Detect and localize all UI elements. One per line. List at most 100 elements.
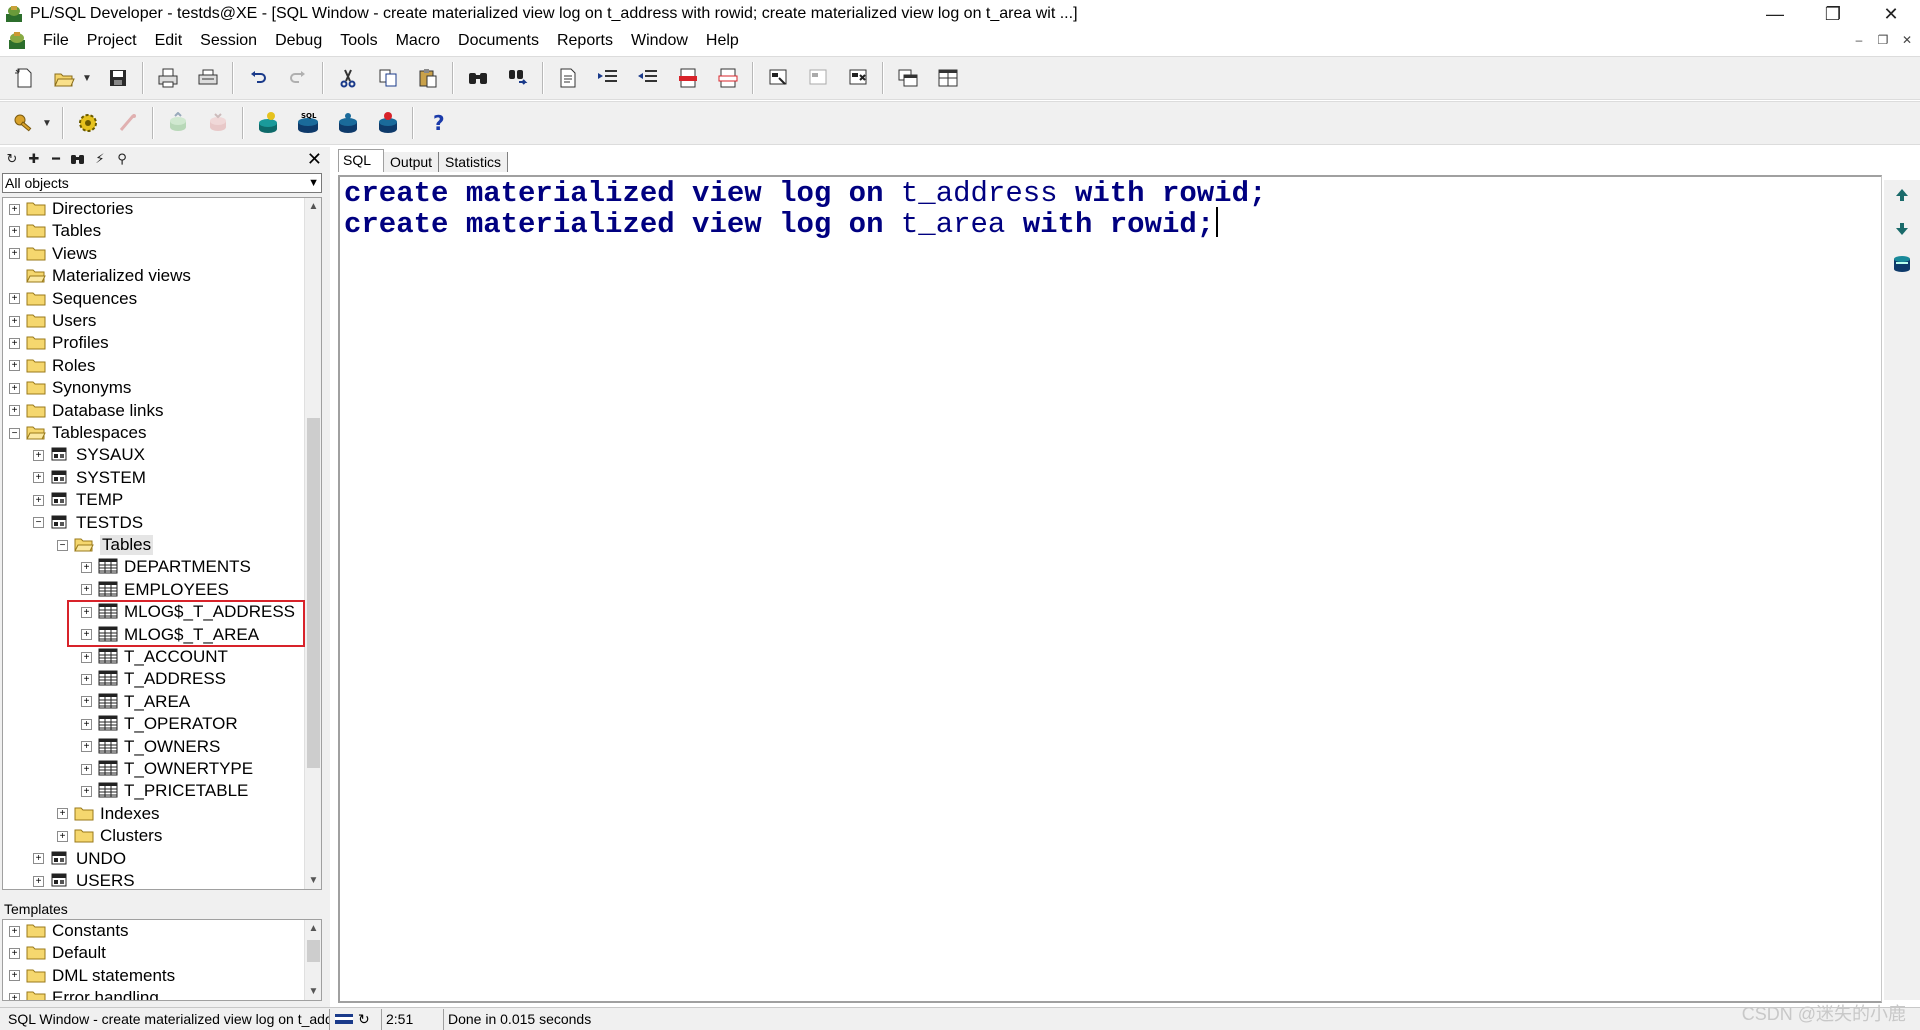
scroll-thumb[interactable]: [307, 940, 320, 962]
tree-item[interactable]: + DEPARTMENTS: [81, 556, 251, 578]
tree-expander-icon[interactable]: +: [81, 718, 92, 730]
menu-window[interactable]: Window: [622, 32, 697, 50]
tree-expander-icon[interactable]: +: [9, 337, 20, 349]
tree-expander-icon[interactable]: +: [9, 992, 20, 1000]
find-button[interactable]: [462, 62, 494, 94]
close-button[interactable]: ✕: [1862, 0, 1920, 28]
break-button[interactable]: [112, 107, 144, 139]
tree-expander-icon[interactable]: +: [57, 808, 68, 820]
tree-item[interactable]: + Indexes: [57, 803, 160, 825]
help-button[interactable]: ?: [422, 107, 454, 139]
tree-item[interactable]: Materialized views: [9, 265, 191, 287]
tree-item[interactable]: + Clusters: [57, 825, 162, 847]
tree-expander-icon[interactable]: +: [81, 741, 92, 753]
rollback-button[interactable]: [202, 107, 234, 139]
tree-item[interactable]: + T_OPERATOR: [81, 713, 238, 735]
sql-button[interactable]: SQL: [292, 107, 324, 139]
tree-expander-icon[interactable]: +: [81, 584, 92, 596]
cut-button[interactable]: [332, 62, 364, 94]
tree-expander-icon[interactable]: +: [81, 651, 92, 663]
new-sql-window-button[interactable]: [252, 107, 284, 139]
tree-expander-icon[interactable]: +: [81, 673, 92, 685]
menu-reports[interactable]: Reports: [548, 32, 622, 50]
restore-button[interactable]: ❐: [1804, 0, 1862, 28]
tree-expander-icon[interactable]: +: [81, 561, 92, 573]
query-history-button[interactable]: [1890, 252, 1914, 274]
tree-item[interactable]: − TESTDS: [33, 512, 143, 534]
tree-expander-icon[interactable]: +: [33, 449, 44, 461]
tree-item[interactable]: + Tables: [9, 220, 101, 242]
tree-expander-icon[interactable]: −: [9, 427, 20, 439]
bookmark-button[interactable]: [762, 62, 794, 94]
save-button[interactable]: [102, 62, 134, 94]
menu-tools[interactable]: Tools: [331, 32, 386, 50]
filter-icon[interactable]: ⚡: [92, 151, 108, 167]
mdi-close-button[interactable]: ✕: [1898, 31, 1916, 49]
code-line[interactable]: create materialized view log on t_area w…: [344, 207, 1219, 241]
tree-item[interactable]: + USERS: [33, 870, 135, 889]
status-window-caption[interactable]: SQL Window - create materialized view lo…: [0, 1008, 330, 1030]
log-on-button[interactable]: [8, 107, 40, 139]
tree-expander-icon[interactable]: +: [81, 763, 92, 775]
print-preview-button[interactable]: [192, 62, 224, 94]
uncomment-button[interactable]: [712, 62, 744, 94]
tree-expander-icon[interactable]: +: [9, 315, 20, 327]
tree-expander-icon[interactable]: +: [33, 853, 44, 865]
tree-expander-icon[interactable]: +: [33, 875, 44, 887]
execute-button[interactable]: [72, 107, 104, 139]
tree-expander-icon[interactable]: −: [57, 539, 68, 551]
cascade-button[interactable]: [892, 62, 924, 94]
templates-scrollbar[interactable]: ▲ ▼: [304, 920, 321, 1000]
minimize-button[interactable]: —: [1746, 0, 1804, 28]
object-filter-select[interactable]: All objects ▼: [2, 173, 322, 193]
mdi-minimize-button[interactable]: –: [1850, 31, 1868, 49]
tree-expander-icon[interactable]: +: [9, 360, 20, 372]
tree-expander-icon[interactable]: +: [9, 925, 20, 937]
scroll-up-icon[interactable]: ▲: [305, 920, 321, 937]
next-statement-button[interactable]: [1890, 218, 1914, 240]
scroll-down-icon[interactable]: ▼: [305, 983, 321, 1000]
menu-macro[interactable]: Macro: [387, 32, 449, 50]
template-item[interactable]: + DML statements: [9, 965, 175, 987]
tree-expander-icon[interactable]: +: [9, 293, 20, 305]
print-button[interactable]: [152, 62, 184, 94]
report-window-button[interactable]: [372, 107, 404, 139]
indent-button[interactable]: [592, 62, 624, 94]
undo-button[interactable]: [242, 62, 274, 94]
comment-button[interactable]: [672, 62, 704, 94]
template-item[interactable]: + Error handling: [9, 987, 159, 1000]
tree-scrollbar[interactable]: ▲ ▼: [304, 198, 321, 889]
tree-item[interactable]: + Views: [9, 243, 97, 265]
command-window-button[interactable]: [332, 107, 364, 139]
tree-item[interactable]: + Directories: [9, 198, 133, 220]
find-next-button[interactable]: [502, 62, 534, 94]
tree-expander-icon[interactable]: +: [9, 947, 20, 959]
menu-session[interactable]: Session: [191, 32, 266, 50]
menu-project[interactable]: Project: [78, 32, 146, 50]
scroll-thumb[interactable]: [307, 418, 320, 768]
format-button[interactable]: [552, 62, 584, 94]
menu-edit[interactable]: Edit: [146, 32, 192, 50]
tile-button[interactable]: [932, 62, 964, 94]
tree-expander-icon[interactable]: +: [9, 970, 20, 982]
redo-button[interactable]: [282, 62, 314, 94]
goto-bookmark-button[interactable]: [802, 62, 834, 94]
tree-item[interactable]: + SYSAUX: [33, 444, 145, 466]
browser-close-icon[interactable]: ✕: [307, 149, 322, 170]
copy-button[interactable]: [372, 62, 404, 94]
expand-icon[interactable]: ✚: [26, 151, 42, 167]
template-item[interactable]: + Constants: [9, 920, 129, 942]
open-button[interactable]: [48, 62, 80, 94]
menu-debug[interactable]: Debug: [266, 32, 331, 50]
tree-expander-icon[interactable]: +: [33, 472, 44, 484]
chevron-down-icon[interactable]: ▼: [308, 174, 319, 192]
tab-statistics[interactable]: Statistics: [439, 152, 509, 172]
tree-expander-icon[interactable]: +: [81, 785, 92, 797]
tree-item[interactable]: + SYSTEM: [33, 467, 146, 489]
tree-item[interactable]: + Users: [9, 310, 96, 332]
unindent-button[interactable]: [632, 62, 664, 94]
tree-expander-icon[interactable]: +: [81, 696, 92, 708]
tab-sql[interactable]: SQL: [338, 149, 385, 172]
tree-item[interactable]: + Roles: [9, 355, 95, 377]
tree-item[interactable]: + T_PRICETABLE: [81, 780, 248, 802]
